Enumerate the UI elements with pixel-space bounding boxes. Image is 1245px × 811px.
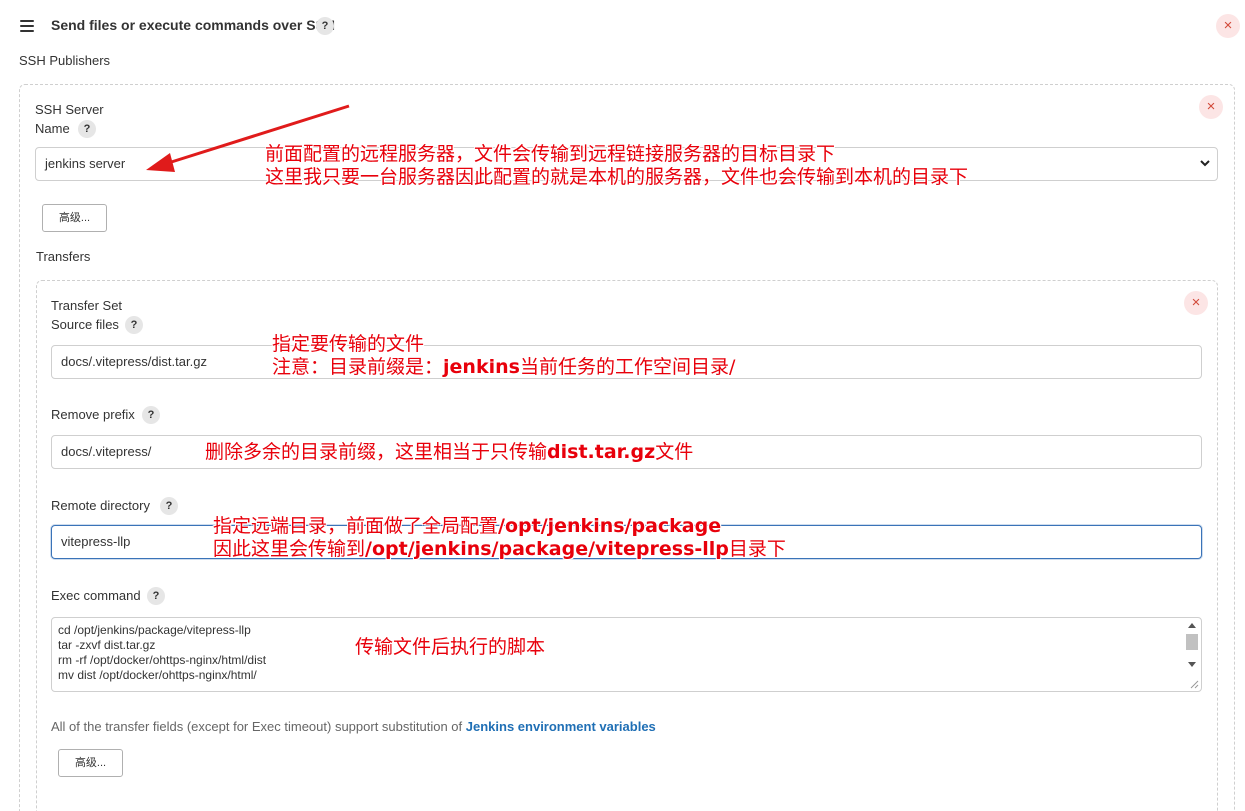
annotation-server-line2: 这里我只要一台服务器因此配置的就是本机的服务器，文件也会传输到本机的目录下 [265,166,969,188]
annotation-source-text: 当前任务的工作空间目录/ [519,356,736,378]
annotation-arrowhead [146,153,175,172]
annotation-prefix-bold: dist.tar.gz [547,441,656,463]
annotation-remote-line1: 指定远端目录，前面做了全局配置/opt/jenkins/package [213,515,786,538]
annotation-prefix: 删除多余的目录前缀，这里相当于只传输dist.tar.gz文件 [205,441,693,464]
annotation-source-line1: 指定要传输的文件 [272,333,425,355]
annotation-remote-line2: 因此这里会传输到/opt/jenkins/package/vitepress-l… [213,538,786,561]
annotation-source-text: 注意：目录前缀是： [272,356,444,378]
annotation-source: 指定要传输的文件 注意：目录前缀是：jenkins当前任务的工作空间目录/ [272,333,735,379]
annotation-server: 前面配置的远程服务器，文件会传输到远程链接服务器的目标目录下 这里我只要一台服务… [265,143,968,189]
annotation-remote-text: 目录下 [728,538,786,560]
annotation-remote-text: 因此这里会传输到 [213,538,366,560]
annotation-exec: 传输文件后执行的脚本 [355,636,546,658]
annotation-prefix-text: 删除多余的目录前缀，这里相当于只传输 [205,441,548,463]
annotation-prefix-text: 文件 [655,441,694,463]
annotation-server-line1: 前面配置的远程服务器，文件会传输到远程链接服务器的目标目录下 [265,143,836,165]
annotation-remote-text: 指定远端目录，前面做了全局配置 [213,515,499,537]
annotation-source-bold: jenkins [443,356,520,378]
annotation-remote: 指定远端目录，前面做了全局配置/opt/jenkins/package 因此这里… [213,515,786,561]
annotation-source-line2: 注意：目录前缀是：jenkins当前任务的工作空间目录/ [272,356,735,379]
annotation-arrow [146,104,350,172]
annotation-remote-bold: /opt/jenkins/package [498,515,722,537]
annotation-remote-bold: /opt/jenkins/package/vitepress-llp [365,538,729,560]
